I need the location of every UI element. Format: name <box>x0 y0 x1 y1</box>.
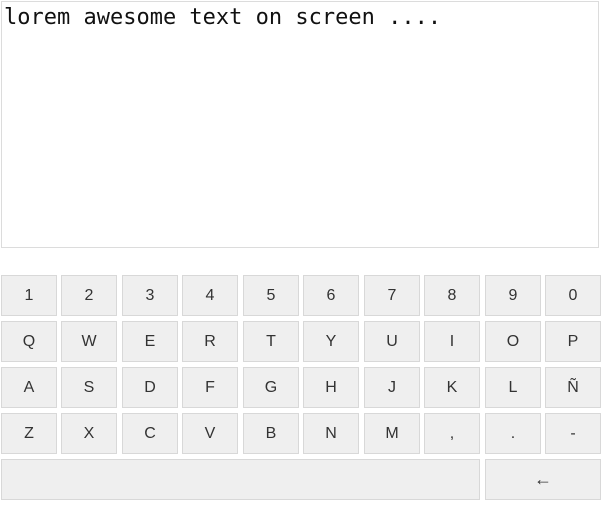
key-8[interactable]: 8 <box>424 275 480 316</box>
key-n-tilde[interactable]: Ñ <box>545 367 601 408</box>
key-g[interactable]: G <box>243 367 299 408</box>
key-v[interactable]: V <box>182 413 238 454</box>
keyboard-row-qwerty: Q W E R T Y U I O P <box>1 321 601 362</box>
key-t[interactable]: T <box>243 321 299 362</box>
key-q[interactable]: Q <box>1 321 57 362</box>
key-f[interactable]: F <box>182 367 238 408</box>
key-s[interactable]: S <box>61 367 117 408</box>
key-comma[interactable]: , <box>424 413 480 454</box>
key-e[interactable]: E <box>122 321 178 362</box>
key-m[interactable]: M <box>364 413 420 454</box>
key-h[interactable]: H <box>303 367 359 408</box>
key-7[interactable]: 7 <box>364 275 420 316</box>
key-p[interactable]: P <box>545 321 601 362</box>
key-z[interactable]: Z <box>1 413 57 454</box>
text-display[interactable]: lorem awesome text on screen .... <box>1 1 599 248</box>
key-o[interactable]: O <box>485 321 541 362</box>
key-c[interactable]: C <box>122 413 178 454</box>
key-j[interactable]: J <box>364 367 420 408</box>
key-r[interactable]: R <box>182 321 238 362</box>
key-l[interactable]: L <box>485 367 541 408</box>
key-hyphen[interactable]: - <box>545 413 601 454</box>
keyboard-row-space: ← <box>1 459 601 500</box>
key-u[interactable]: U <box>364 321 420 362</box>
key-6[interactable]: 6 <box>303 275 359 316</box>
on-screen-keyboard: 1 2 3 4 5 6 7 8 9 0 Q W E R T Y U I O P … <box>1 275 601 501</box>
key-d[interactable]: D <box>122 367 178 408</box>
key-5[interactable]: 5 <box>243 275 299 316</box>
key-4[interactable]: 4 <box>182 275 238 316</box>
keyboard-row-numbers: 1 2 3 4 5 6 7 8 9 0 <box>1 275 601 316</box>
arrow-left-icon: ← <box>534 469 552 489</box>
key-1[interactable]: 1 <box>1 275 57 316</box>
key-x[interactable]: X <box>61 413 117 454</box>
backspace-key[interactable]: ← <box>485 459 601 500</box>
key-n[interactable]: N <box>303 413 359 454</box>
key-k[interactable]: K <box>424 367 480 408</box>
space-key[interactable] <box>1 459 480 500</box>
key-w[interactable]: W <box>61 321 117 362</box>
key-2[interactable]: 2 <box>61 275 117 316</box>
key-y[interactable]: Y <box>303 321 359 362</box>
key-period[interactable]: . <box>485 413 541 454</box>
key-9[interactable]: 9 <box>485 275 541 316</box>
key-i[interactable]: I <box>424 321 480 362</box>
key-0[interactable]: 0 <box>545 275 601 316</box>
key-b[interactable]: B <box>243 413 299 454</box>
keyboard-row-home: A S D F G H J K L Ñ <box>1 367 601 408</box>
key-3[interactable]: 3 <box>122 275 178 316</box>
keyboard-row-bottom: Z X C V B N M , . - <box>1 413 601 454</box>
key-a[interactable]: A <box>1 367 57 408</box>
